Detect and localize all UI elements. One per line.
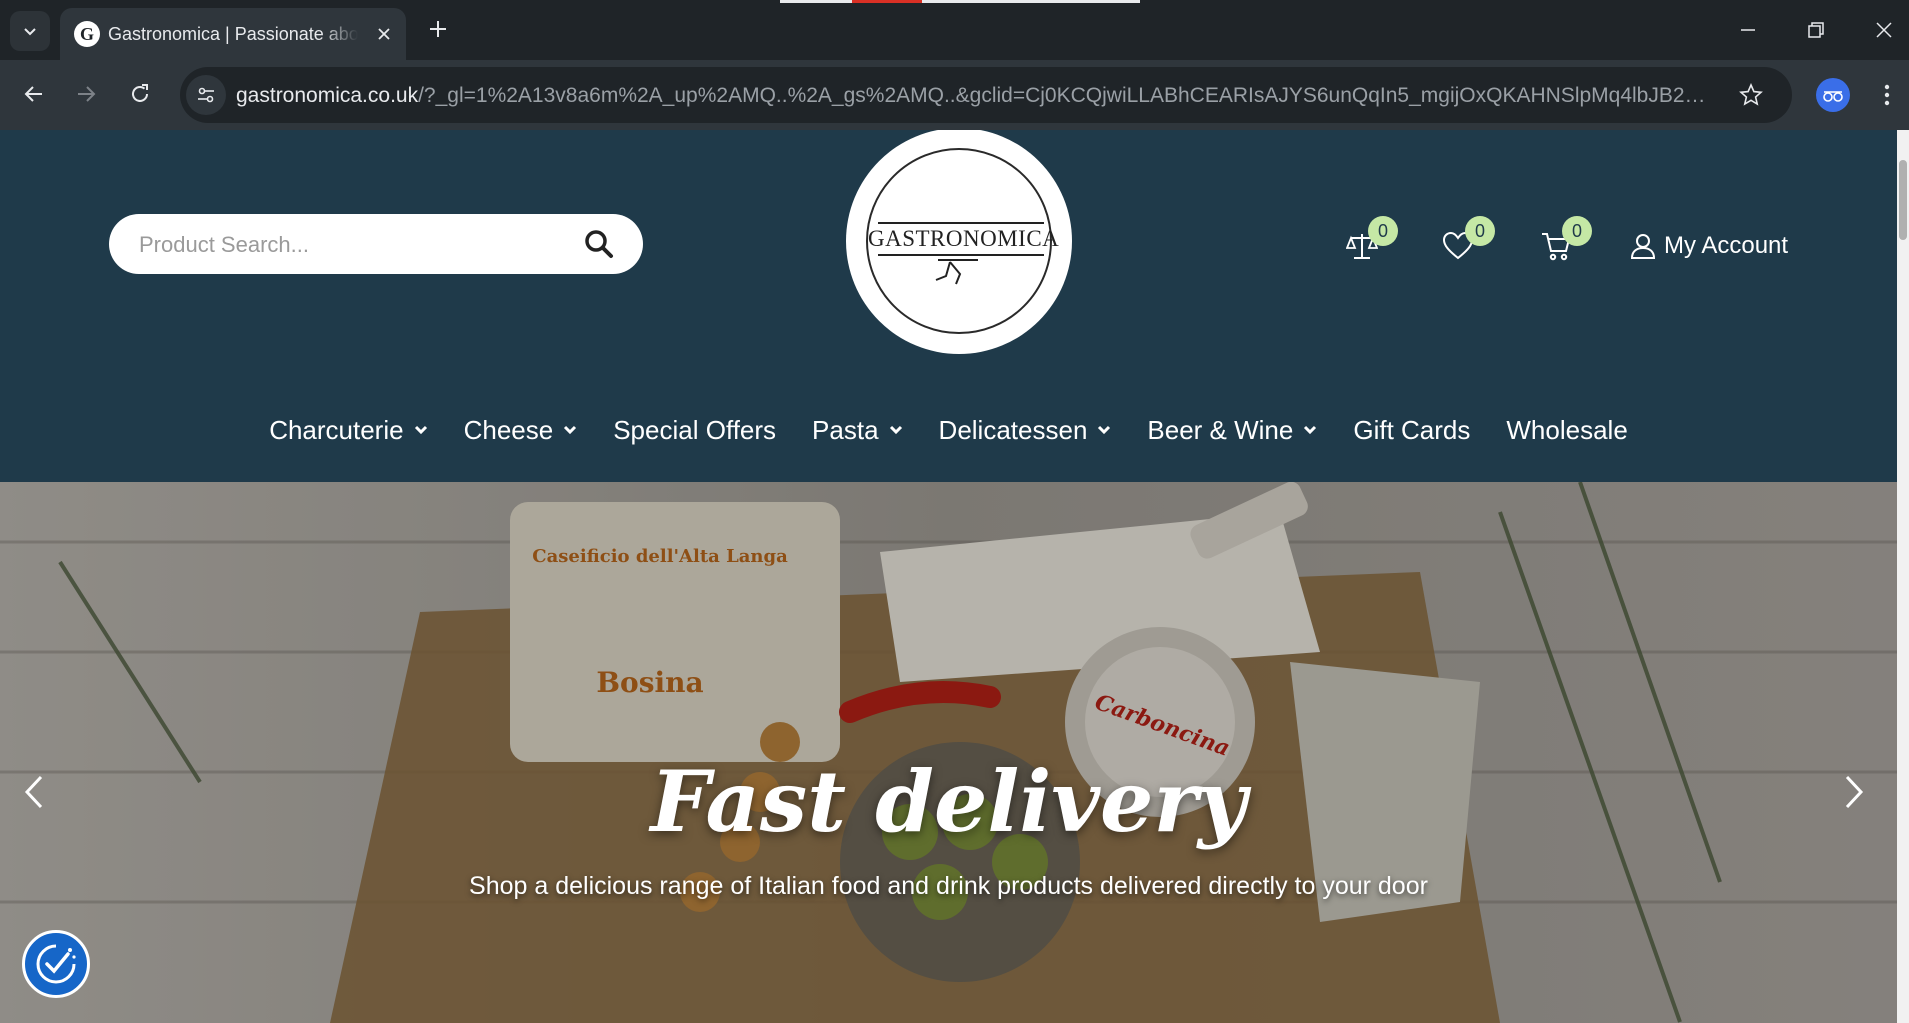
logo-rule — [878, 254, 1044, 256]
chevron-down-icon — [414, 425, 427, 435]
search-button[interactable] — [579, 224, 619, 264]
nav-label: Delicatessen — [938, 414, 1088, 445]
loading-indicator — [780, 0, 852, 3]
arrow-right-icon — [78, 86, 96, 102]
tab-title: Gastronomica | Passionate about Italian … — [108, 24, 358, 44]
chevron-down-icon — [564, 425, 577, 435]
hero-title: Fast delivery — [650, 752, 1247, 851]
logo-ring: GASTRONOMICA — [866, 148, 1060, 334]
account-label: My Account — [1664, 232, 1789, 259]
product-search — [109, 214, 643, 274]
page-viewport: GASTRONOMICA 0 0 0 My Account Charcuteri… — [0, 130, 1897, 1023]
hero-slider: Caseificio dell'Alta Langa Bosina Carbon… — [0, 482, 1897, 1023]
minimize-button[interactable] — [1728, 10, 1768, 50]
nav-item-special-offers[interactable]: Special Offers — [613, 415, 776, 446]
url-path: /?_gl=1%2A13v8a6m%2A_up%2AMQ..%2A_gs%2AM… — [418, 84, 1706, 107]
chevron-down-icon — [1304, 425, 1317, 435]
site-favicon: G — [74, 21, 100, 47]
nav-label: Cheese — [463, 414, 554, 445]
browser-toolbar: gastronomica.co.uk/?_gl=1%2A13v8a6m%2A_u… — [0, 60, 1909, 130]
chevron-right-icon — [1845, 775, 1864, 809]
close-window-button[interactable] — [1864, 10, 1904, 50]
incognito-icon — [1823, 91, 1843, 102]
reload-icon — [132, 84, 148, 102]
loading-indicator — [922, 0, 1140, 3]
close-icon — [378, 28, 390, 40]
site-logo[interactable]: GASTRONOMICA — [846, 130, 1072, 354]
chevron-down-icon — [24, 28, 36, 36]
tab-search-button[interactable] — [10, 11, 50, 51]
close-icon — [1876, 22, 1892, 38]
logo-text: GASTRONOMICA — [868, 226, 1060, 251]
nav-label: Pasta — [812, 414, 879, 445]
main-navigation: Charcuterie Cheese Special Offers Pasta … — [0, 400, 1897, 460]
chevron-down-icon — [1098, 425, 1111, 435]
page-scrollbar[interactable] — [1897, 130, 1909, 1023]
waiter-hand-icon — [935, 259, 978, 285]
nav-item-charcuterie[interactable]: Charcuterie — [269, 415, 427, 446]
nav-item-pasta[interactable]: Pasta — [812, 415, 903, 446]
star-icon — [1739, 83, 1763, 106]
nav-item-delicatessen[interactable]: Delicatessen — [939, 415, 1112, 446]
scrollbar-thumb[interactable] — [1899, 160, 1907, 240]
cart-count-badge: 0 — [1562, 216, 1592, 246]
slider-prev-button[interactable] — [12, 762, 56, 822]
logo-rule — [878, 222, 1044, 224]
url-host: gastronomica.co.uk — [236, 84, 419, 107]
profile-avatar[interactable] — [1816, 78, 1850, 112]
arrow-left-icon — [24, 86, 42, 102]
search-icon — [585, 230, 613, 258]
nav-label: Charcuterie — [269, 414, 404, 445]
slider-next-button[interactable] — [1832, 762, 1876, 822]
tab-close-button[interactable] — [372, 22, 396, 46]
reload-button[interactable] — [120, 74, 160, 114]
site-info-button[interactable] — [186, 75, 226, 115]
more-vertical-icon — [1884, 84, 1890, 106]
nav-label: Beer & Wine — [1147, 414, 1294, 445]
chevron-left-icon — [24, 775, 43, 809]
wishlist-count-badge: 0 — [1465, 216, 1495, 246]
nav-item-wholesale[interactable]: Wholesale — [1506, 415, 1627, 446]
search-input[interactable] — [137, 226, 561, 264]
user-icon — [1630, 234, 1656, 259]
my-account-link[interactable]: My Account — [1630, 226, 1788, 266]
accessibility-button[interactable] — [22, 930, 90, 998]
back-button[interactable] — [14, 74, 54, 114]
minimize-icon — [1741, 29, 1755, 31]
new-tab-button[interactable] — [422, 13, 454, 45]
nav-item-beer-wine[interactable]: Beer & Wine — [1147, 415, 1317, 446]
browser-menu-button[interactable] — [1870, 78, 1904, 112]
url-text[interactable]: gastronomica.co.uk/?_gl=1%2A13v8a6m%2A_u… — [236, 83, 1706, 109]
restore-button[interactable] — [1796, 10, 1836, 50]
loading-indicator — [852, 0, 922, 3]
nav-item-gift-cards[interactable]: Gift Cards — [1353, 415, 1470, 446]
accessibility-icon — [36, 944, 76, 984]
nav-label: Wholesale — [1506, 414, 1628, 445]
forward-button[interactable] — [66, 74, 106, 114]
tune-icon — [198, 87, 214, 103]
address-bar[interactable]: gastronomica.co.uk/?_gl=1%2A13v8a6m%2A_u… — [180, 67, 1792, 123]
restore-icon — [1808, 22, 1824, 38]
nav-label: Special Offers — [613, 414, 777, 445]
chevron-down-icon — [889, 425, 902, 435]
hero-subtitle: Shop a delicious range of Italian food a… — [469, 872, 1428, 900]
nav-label: Gift Cards — [1353, 414, 1471, 445]
bookmark-button[interactable] — [1735, 79, 1767, 111]
plus-icon — [430, 21, 446, 37]
browser-tab-strip: G Gastronomica | Passionate about Italia… — [0, 0, 1909, 60]
browser-tab[interactable]: G Gastronomica | Passionate about Italia… — [60, 8, 406, 60]
compare-count-badge: 0 — [1368, 216, 1398, 246]
nav-item-cheese[interactable]: Cheese — [464, 415, 578, 446]
